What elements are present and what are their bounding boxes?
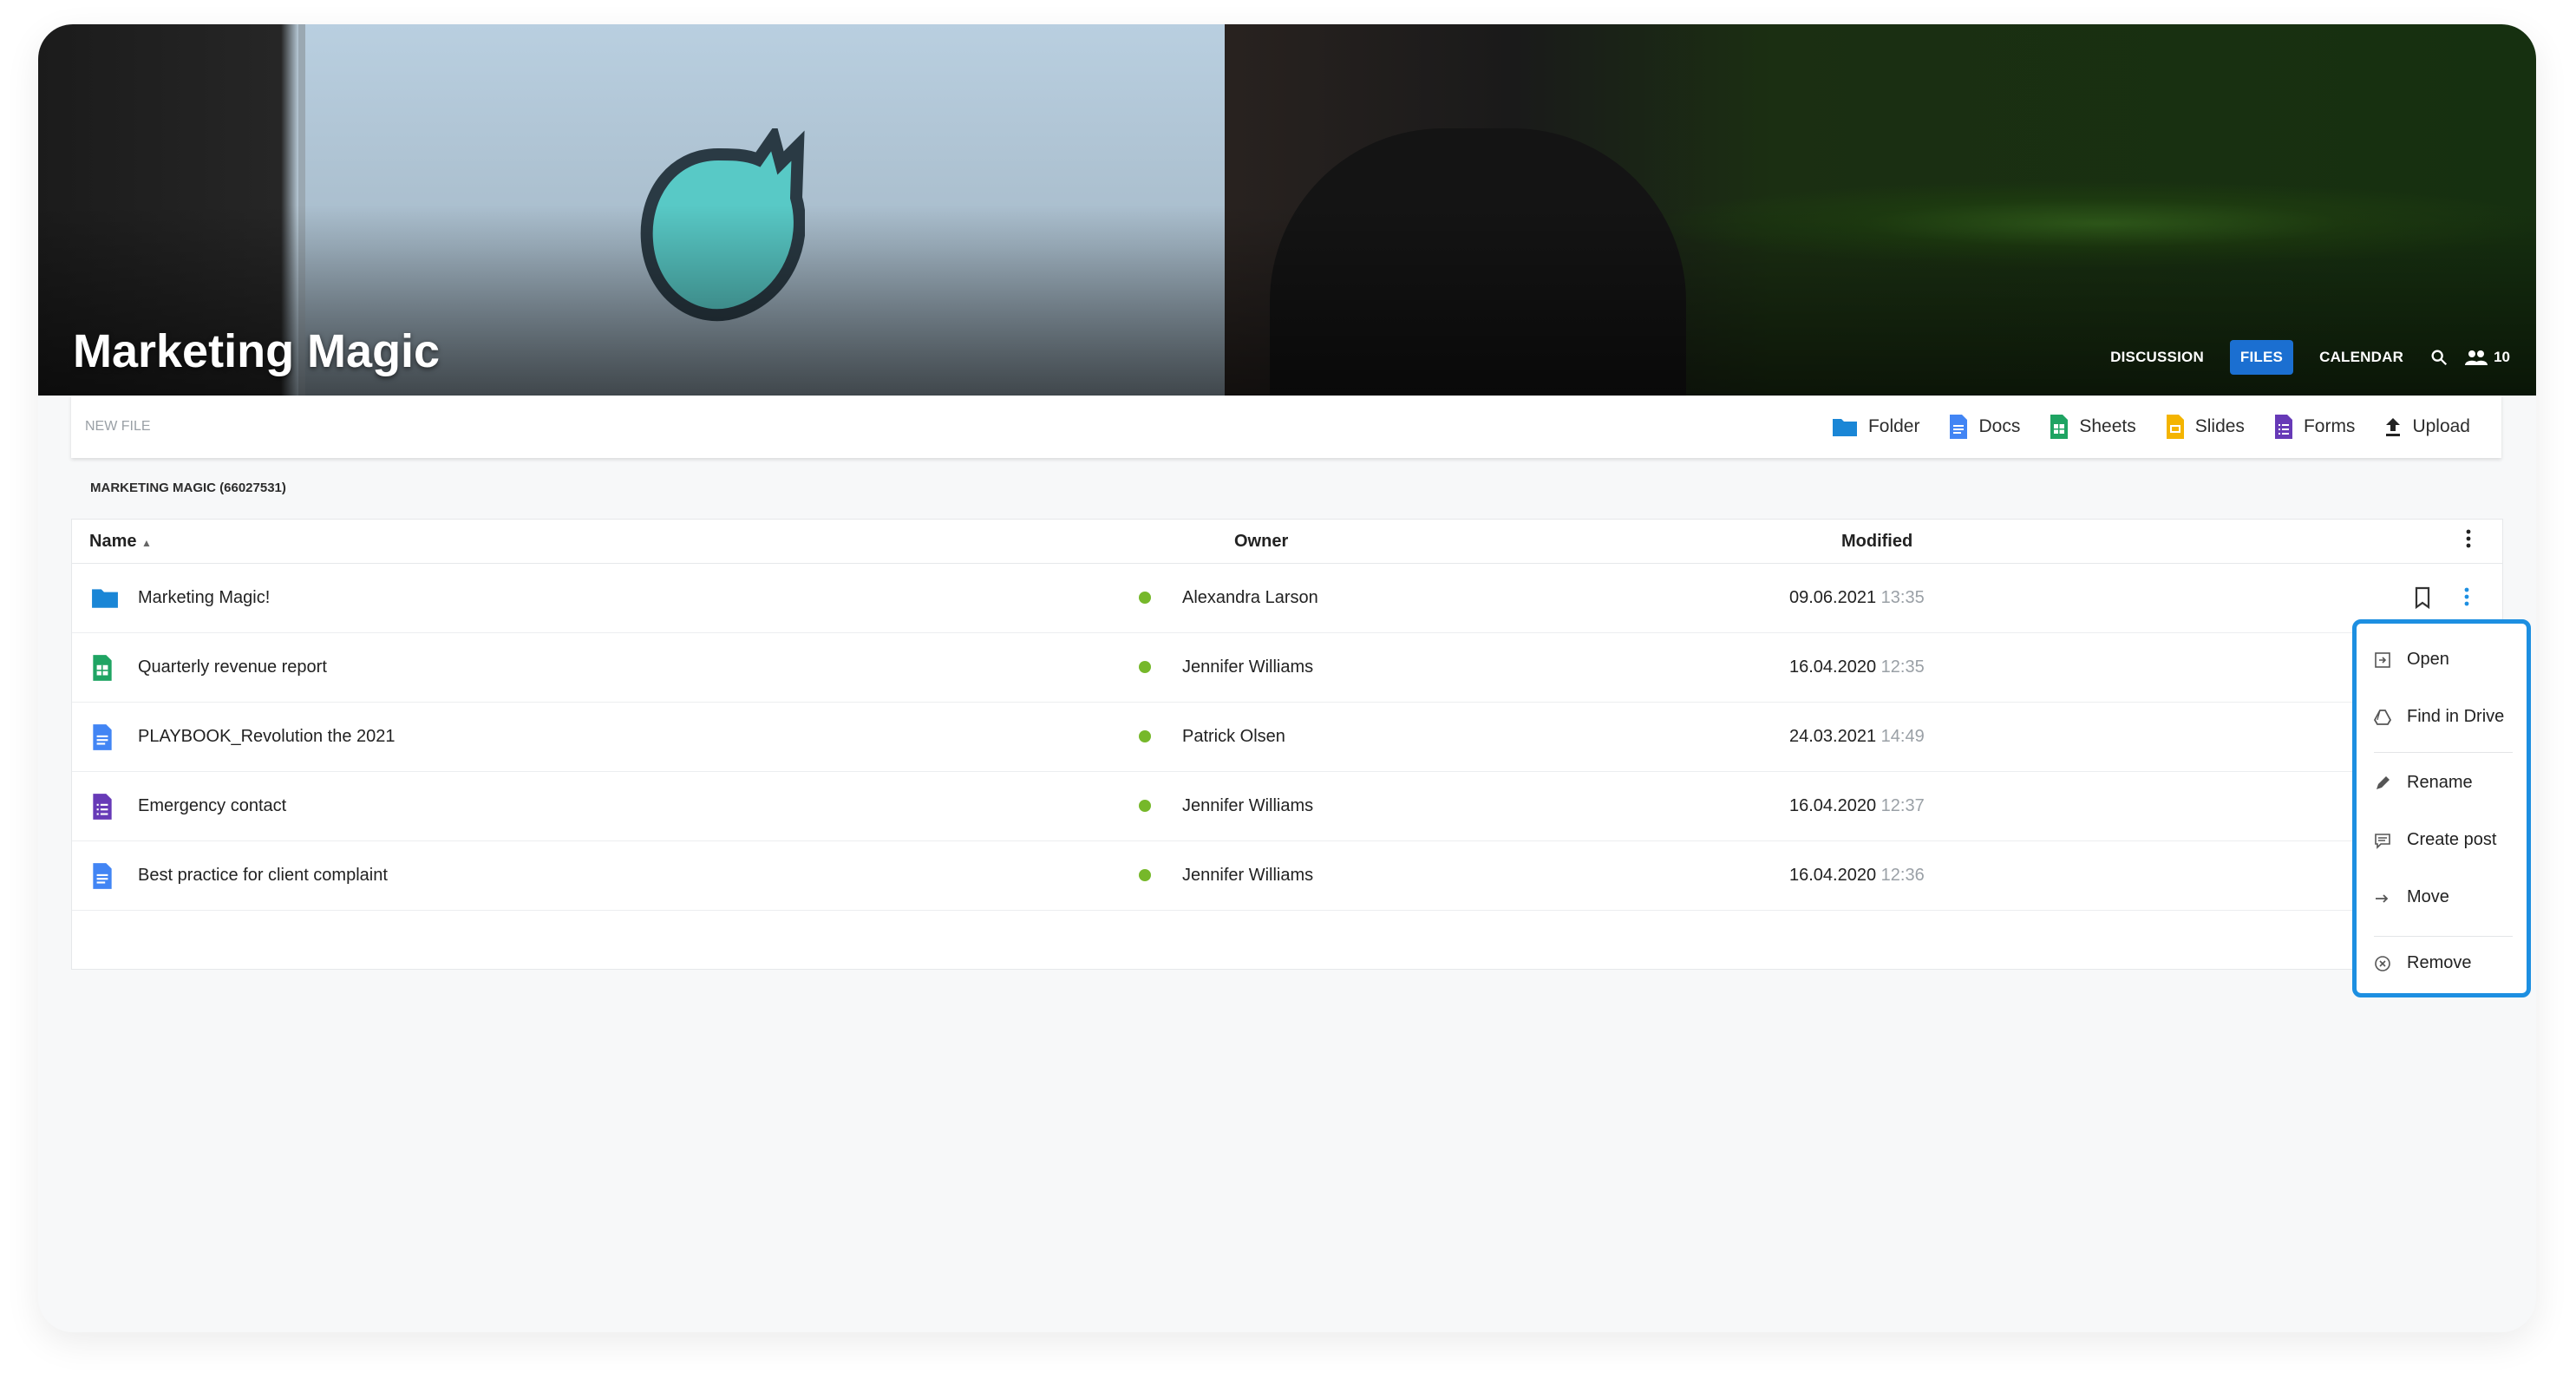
docs-icon xyxy=(93,724,112,750)
tab-calendar[interactable]: CALENDAR xyxy=(2309,340,2414,375)
bookmark-icon[interactable] xyxy=(2414,586,2431,609)
menu-rename[interactable]: Rename xyxy=(2374,773,2473,793)
drive-icon xyxy=(2374,709,2391,725)
breadcrumb[interactable]: MARKETING MAGIC (66027531) xyxy=(90,481,286,495)
table-row[interactable]: Marketing Magic! Alexandra Larson 09.06.… xyxy=(72,564,2502,633)
file-modified: 24.03.2021 14:49 xyxy=(1789,727,1925,746)
table-header: Name ▲ Owner Modified xyxy=(72,520,2502,564)
pencil-icon xyxy=(2377,775,2390,789)
docs-icon xyxy=(1950,415,1968,439)
group-nav: DISCUSSION FILES CALENDAR 10 xyxy=(2100,340,2510,375)
file-name[interactable]: PLAYBOOK_Revolution the 2021 xyxy=(138,727,395,747)
tab-files[interactable]: FILES xyxy=(2229,340,2294,375)
file-modified: 16.04.2020 12:35 xyxy=(1789,657,1925,677)
online-status-dot xyxy=(1139,661,1151,673)
file-context-menu: Open Find in Drive Rename Create post Mo… xyxy=(2352,619,2531,997)
move-icon xyxy=(2376,893,2389,903)
upload-icon xyxy=(2386,418,2401,436)
forms-icon xyxy=(2274,415,2292,439)
slides-icon xyxy=(2166,415,2184,439)
folder-icon xyxy=(92,589,118,608)
tab-discussion[interactable]: DISCUSSION xyxy=(2100,340,2214,375)
file-modified: 16.04.2020 12:36 xyxy=(1789,866,1925,885)
menu-move[interactable]: Move xyxy=(2374,887,2449,907)
file-name[interactable]: Best practice for client complaint xyxy=(138,866,388,886)
online-status-dot xyxy=(1139,800,1151,812)
owner-column-header[interactable]: Owner xyxy=(1234,532,1288,552)
menu-find-in-drive[interactable]: Find in Drive xyxy=(2374,707,2504,727)
upload-button[interactable]: Upload xyxy=(2384,416,2470,437)
table-row[interactable]: Emergency contact Jennifer Williams 16.0… xyxy=(72,772,2502,841)
folder-icon xyxy=(1832,419,1857,436)
file-modified: 09.06.2021 13:35 xyxy=(1789,588,1925,607)
more-options-icon[interactable] xyxy=(2466,528,2471,554)
search-icon[interactable] xyxy=(2429,348,2449,367)
online-status-dot xyxy=(1139,730,1151,742)
sheets-icon xyxy=(2050,415,2069,439)
new-file-toolbar: NEW FILE Folder Docs Sheets Slides Forms xyxy=(71,396,2501,458)
files-table: Name ▲ Owner Modified Marketing Magic! A… xyxy=(71,519,2503,970)
new-sheets-button[interactable]: Sheets xyxy=(2050,414,2136,440)
new-forms-button[interactable]: Forms xyxy=(2274,414,2355,440)
members-icon xyxy=(2465,350,2488,365)
file-name[interactable]: Emergency contact xyxy=(138,796,286,816)
file-name[interactable]: Marketing Magic! xyxy=(138,588,270,608)
file-owner: Patrick Olsen xyxy=(1182,727,1285,746)
file-owner: Jennifer Williams xyxy=(1182,657,1314,677)
sheets-icon xyxy=(93,655,112,681)
menu-remove[interactable]: Remove xyxy=(2374,953,2471,973)
table-row[interactable]: Quarterly revenue report Jennifer Willia… xyxy=(72,633,2502,703)
sort-asc-icon: ▲ xyxy=(141,537,152,549)
online-status-dot xyxy=(1139,869,1151,881)
group-cover-image: Marketing Magic DISCUSSION FILES CALENDA… xyxy=(38,24,2536,396)
table-row[interactable]: PLAYBOOK_Revolution the 2021 Patrick Ols… xyxy=(72,703,2502,772)
main-card: Marketing Magic DISCUSSION FILES CALENDA… xyxy=(38,24,2536,1332)
file-owner: Alexandra Larson xyxy=(1182,588,1318,607)
new-slides-button[interactable]: Slides xyxy=(2166,414,2245,440)
new-file-label: NEW FILE xyxy=(85,419,151,434)
comment-icon xyxy=(2375,833,2390,849)
members-button[interactable]: 10 xyxy=(2464,349,2510,366)
table-row[interactable]: Best practice for client complaint Jenni… xyxy=(72,841,2502,911)
file-owner: Jennifer Williams xyxy=(1182,796,1314,815)
modified-column-header[interactable]: Modified xyxy=(1841,532,1912,552)
new-folder-button[interactable]: Folder xyxy=(1832,416,1919,437)
members-count: 10 xyxy=(2494,349,2510,365)
remove-icon xyxy=(2375,955,2390,971)
open-icon xyxy=(2375,651,2390,668)
new-docs-button[interactable]: Docs xyxy=(1949,414,2020,440)
menu-open[interactable]: Open xyxy=(2374,650,2449,670)
file-owner: Jennifer Williams xyxy=(1182,866,1314,885)
name-column-header[interactable]: Name ▲ xyxy=(89,532,152,552)
online-status-dot xyxy=(1139,592,1151,604)
menu-create-post[interactable]: Create post xyxy=(2374,830,2496,850)
group-title: Marketing Magic xyxy=(73,325,441,377)
forms-icon xyxy=(93,794,112,820)
file-modified: 16.04.2020 12:37 xyxy=(1789,796,1925,815)
row-more-options-icon[interactable] xyxy=(2464,586,2469,607)
docs-icon xyxy=(93,863,112,889)
file-name[interactable]: Quarterly revenue report xyxy=(138,657,327,677)
